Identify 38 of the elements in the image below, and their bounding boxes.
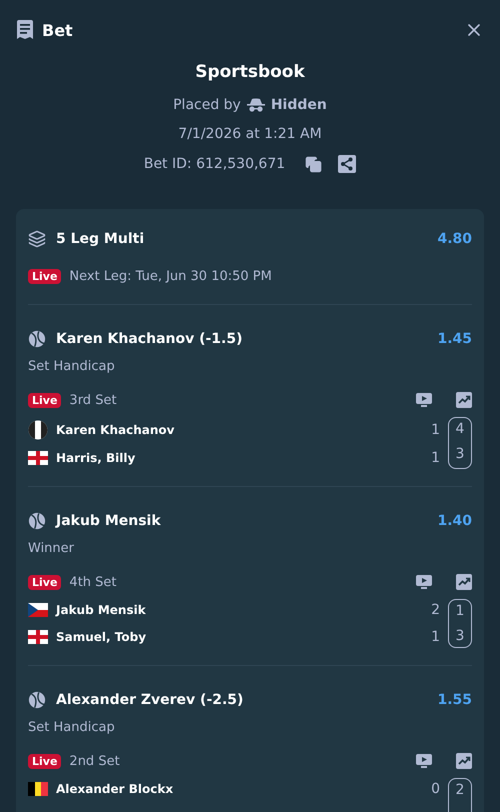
live-badge: Live (28, 754, 62, 768)
placed-by-label: Placed by (173, 97, 241, 113)
games-score-box: 2 (448, 778, 472, 812)
market-name: Winner (28, 541, 76, 556)
player-name: Jakub Mensik (56, 603, 147, 618)
match-period: 4th Set (69, 574, 118, 590)
player-name: Samuel, Toby (56, 630, 148, 644)
player-name: Harris, Billy (56, 451, 136, 465)
bet-date: 7/1/2026 at 1:21 AM (178, 126, 322, 142)
market-name: Set Handicap (28, 359, 116, 374)
sets-score: 1 (431, 450, 440, 466)
match-period: 3rd Set (69, 392, 118, 408)
games-score-box: 4 3 (448, 417, 472, 469)
leg-odds: 1.40 (437, 513, 472, 529)
leg-selection: Alexander Zverev (-2.5) (56, 692, 244, 708)
leg-odds: 1.45 (437, 331, 472, 347)
multi-title: 5 Leg Multi (56, 231, 146, 247)
live-badge: Live (28, 392, 62, 408)
sets-score: 2 (431, 602, 440, 618)
live-badge: Live (28, 269, 62, 284)
bet-source: Sportsbook (195, 62, 305, 82)
player-name: Alexander Blockx (56, 782, 174, 796)
market-name: Set Handicap (28, 720, 116, 735)
dialog-title: Bet (42, 20, 74, 40)
sets-score: 1 (431, 422, 440, 438)
leg-odds: 1.55 (437, 692, 472, 708)
games-score-box: 1 3 (448, 599, 472, 648)
leg-selection: Karen Khachanov (-1.5) (56, 331, 244, 347)
total-odds: 4.80 (437, 231, 472, 247)
bet-id: Bet ID: 612,530,671 (144, 156, 286, 172)
sets-score: 0 (431, 781, 440, 797)
match-period: 2nd Set (69, 754, 121, 768)
player-name: Karen Khachanov (56, 423, 176, 437)
user-name: Hidden (270, 97, 327, 113)
sets-score: 1 (431, 628, 440, 645)
next-leg-time: Next Leg: Tue, Jun 30 10:50 PM (69, 269, 273, 284)
leg-selection: Jakub Mensik (56, 513, 162, 529)
live-badge: Live (28, 574, 62, 590)
